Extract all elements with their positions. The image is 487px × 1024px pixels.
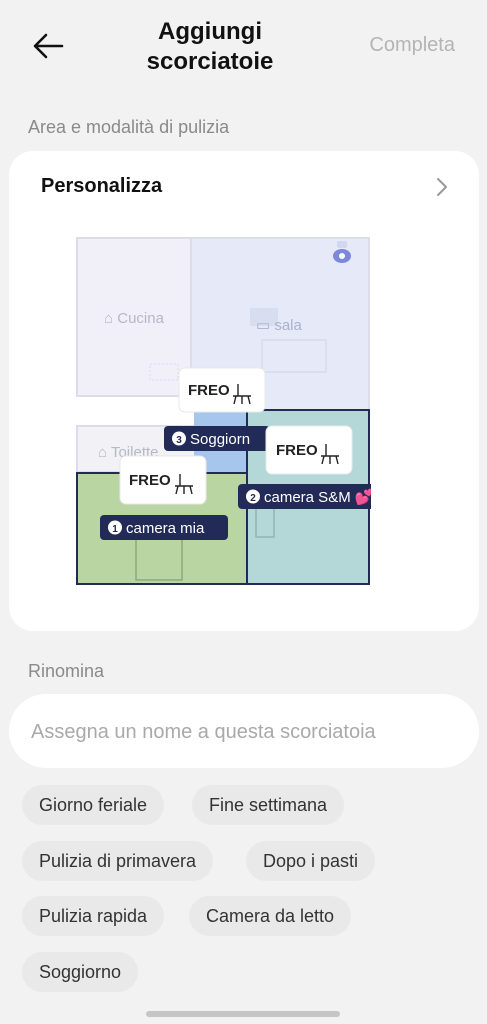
customize-card[interactable]: Personalizza ⌂ Cucina ▭ sala ⌂ Toilette bbox=[9, 151, 479, 631]
svg-text:2: 2 bbox=[250, 493, 256, 504]
suggestion-chip[interactable]: Camera da letto bbox=[189, 896, 352, 936]
mode-bubble-1: FREO bbox=[119, 455, 207, 505]
svg-text:1: 1 bbox=[112, 524, 118, 535]
svg-text:FREO: FREO bbox=[129, 472, 171, 489]
complete-button[interactable]: Completa bbox=[369, 34, 455, 57]
mode-bubble-2: FREO bbox=[265, 425, 353, 475]
svg-text:FREO: FREO bbox=[188, 382, 230, 399]
title-line-1: Aggiungi bbox=[158, 18, 262, 45]
mode-bubble-3: FREO bbox=[178, 367, 266, 413]
home-indicator bbox=[146, 1011, 340, 1017]
svg-text:3: 3 bbox=[176, 435, 182, 446]
room-tag-1: 1 camera mia bbox=[100, 515, 228, 540]
suggestion-chip[interactable]: Pulizia rapida bbox=[22, 896, 165, 936]
rename-section-label: Rinomina bbox=[28, 661, 105, 681]
svg-text:camera mia: camera mia bbox=[126, 520, 205, 537]
suggestion-chip[interactable]: Pulizia di primavera bbox=[22, 841, 214, 881]
room-label-cucina: ⌂ Cucina bbox=[104, 310, 165, 327]
suggestion-chip[interactable]: Fine settimana bbox=[192, 785, 345, 825]
room-label-sala: ▭ sala bbox=[256, 317, 303, 334]
floor-map[interactable]: ⌂ Cucina ▭ sala ⌂ Toilette FREO 3 Soggio… bbox=[76, 236, 371, 586]
shortcut-name-field[interactable] bbox=[9, 694, 479, 770]
area-section-label: Area e modalità di pulizia bbox=[28, 117, 230, 137]
suggestion-chip[interactable]: Soggiorno bbox=[22, 952, 139, 992]
shortcut-name-input[interactable] bbox=[29, 694, 463, 770]
svg-text:Soggiorn: Soggiorn bbox=[190, 431, 250, 448]
suggestion-chip[interactable]: Giorno feriale bbox=[22, 785, 165, 825]
chevron-right-icon[interactable] bbox=[435, 177, 449, 197]
header: Aggiungi scorciatoie Completa bbox=[0, 0, 487, 100]
svg-text:FREO: FREO bbox=[276, 442, 318, 459]
svg-text:camera S&M 💕: camera S&M 💕 bbox=[264, 488, 371, 506]
back-arrow-icon[interactable] bbox=[30, 30, 66, 62]
card-title: Personalizza bbox=[41, 175, 163, 197]
title-line-2: scorciatoie bbox=[146, 48, 274, 75]
suggestion-chip[interactable]: Dopo i pasti bbox=[246, 841, 376, 881]
page-title: Aggiungi scorciatoie bbox=[120, 17, 300, 77]
room-tag-3: 3 Soggiorn bbox=[164, 426, 270, 451]
room-tag-2: 2 camera S&M 💕 bbox=[238, 484, 371, 509]
